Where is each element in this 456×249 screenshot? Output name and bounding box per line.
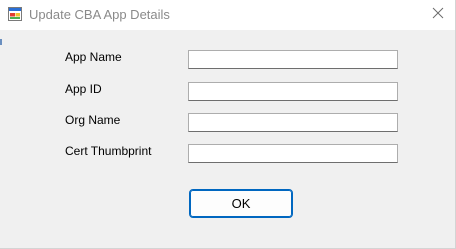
ok-button[interactable]: OK bbox=[189, 189, 293, 218]
window-edge-marker bbox=[0, 39, 2, 45]
close-button[interactable] bbox=[420, 0, 455, 30]
title-bar[interactable]: Update CBA App Details bbox=[0, 0, 455, 30]
app-id-label: App ID bbox=[65, 82, 102, 96]
org-name-input[interactable] bbox=[188, 113, 398, 132]
window-title: Update CBA App Details bbox=[29, 7, 170, 22]
cert-thumbprint-input[interactable] bbox=[188, 144, 398, 163]
app-name-label: App Name bbox=[65, 50, 122, 64]
cert-thumbprint-label: Cert Thumbprint bbox=[65, 144, 152, 158]
org-name-label: Org Name bbox=[65, 113, 121, 127]
app-icon bbox=[8, 7, 22, 21]
app-id-input[interactable] bbox=[188, 82, 398, 101]
close-icon bbox=[432, 6, 444, 24]
dialog-window: Update CBA App Details App Name App ID O… bbox=[0, 0, 456, 249]
app-name-input[interactable] bbox=[188, 50, 398, 69]
